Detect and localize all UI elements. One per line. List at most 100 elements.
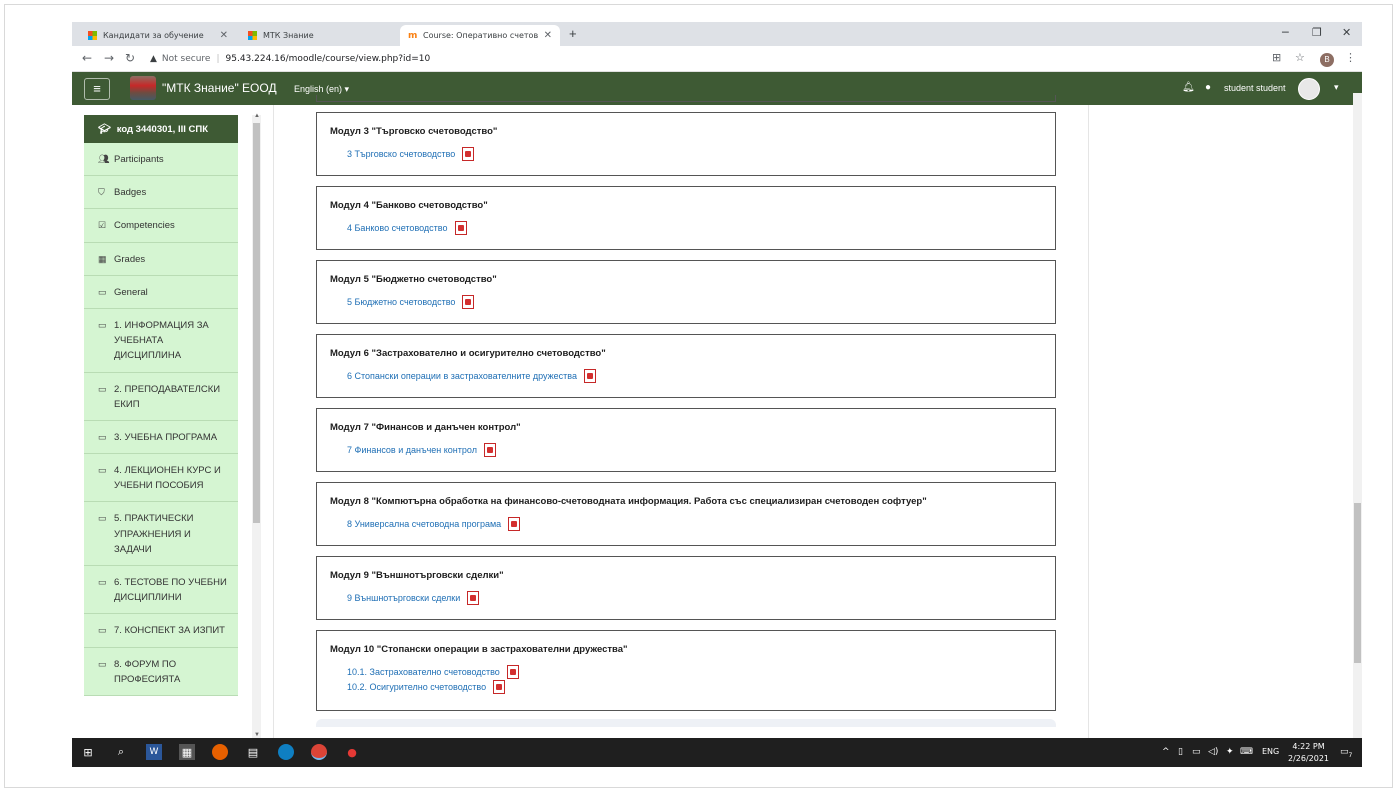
resource-link-label[interactable]: 5 Бюджетно счетоводство — [347, 297, 455, 307]
drawer-item[interactable]: ▭ 2. ПРЕПОДАВАТЕЛСКИ ЕКИП — [84, 372, 238, 421]
browser-tab-active[interactable]: m Course: Оперативно счетоводс ✕ — [400, 25, 560, 46]
resource-link[interactable]: 9 Външнотърговски сделки — [330, 591, 1042, 605]
pdf-icon[interactable] — [467, 591, 480, 605]
word-icon[interactable]: W — [146, 744, 162, 760]
close-icon[interactable]: ✕ — [220, 30, 228, 41]
moodle-icon: m — [408, 31, 418, 41]
drawer-item-label: Badges — [114, 187, 147, 199]
pdf-icon[interactable] — [508, 517, 521, 531]
profile-avatar[interactable]: B — [1320, 53, 1334, 67]
microsoft-icon — [248, 31, 257, 40]
pdf-icon[interactable] — [583, 369, 596, 383]
user-name[interactable]: student student — [1224, 83, 1286, 93]
users-icon: 👥︎ — [98, 154, 110, 164]
drawer-scrollbar[interactable]: ▲ ▼ — [252, 113, 261, 738]
new-tab-button[interactable]: + — [569, 26, 577, 41]
network-icon[interactable]: ▭ — [1192, 747, 1201, 757]
scrollbar-thumb[interactable] — [1354, 503, 1361, 663]
site-logo[interactable] — [130, 76, 156, 100]
drawer-item[interactable]: ▭ 4. ЛЕКЦИОНЕН КУРС И УЧЕБНИ ПОСОБИЯ — [84, 454, 238, 503]
resource-link[interactable]: 3 Търговско счетоводство — [330, 147, 1042, 161]
file-manager-icon[interactable]: ▤ — [245, 744, 261, 760]
scroll-up-icon[interactable]: ▲ — [254, 113, 260, 119]
star-icon[interactable]: ☆ — [1295, 51, 1305, 64]
resource-link-label[interactable]: 10.1. Застрахователно счетоводство — [347, 667, 500, 677]
resource-link[interactable]: 4 Банково счетоводство — [330, 221, 1042, 235]
browser-tab[interactable]: МТК Знание — [240, 25, 396, 46]
minimize-icon[interactable]: ─ — [1282, 26, 1289, 39]
drawer-item[interactable]: ▭ General — [84, 275, 238, 309]
drawer-item-label: 8. ФОРУМ ПО ПРОФЕСИЯТА — [114, 658, 181, 685]
pdf-icon[interactable] — [462, 295, 475, 309]
resource-link-label[interactable]: 3 Търговско счетоводство — [347, 149, 455, 159]
scrollbar-thumb[interactable] — [253, 123, 260, 523]
folder-icon: ▭ — [98, 625, 107, 636]
drop-icon[interactable]: ● — [344, 744, 360, 760]
address-bar[interactable]: ▲ Not secure | 95.43.224.16/moodle/cours… — [150, 50, 430, 68]
resource-link[interactable]: 6 Стопански операции в застрахователните… — [330, 369, 1042, 383]
close-icon[interactable]: ✕ — [544, 30, 552, 41]
pdf-icon[interactable] — [462, 147, 475, 161]
drawer-course-item[interactable]: 🎓︎ код 3440301, III СПК — [84, 115, 238, 143]
resource-link[interactable]: 10.1. Застрахователно счетоводство — [330, 665, 1042, 679]
kebab-menu-icon[interactable]: ⋮ — [1345, 51, 1356, 64]
drawer-item[interactable]: ☑ Competencies — [84, 209, 238, 243]
back-icon[interactable]: ← — [82, 51, 92, 65]
pdf-icon[interactable] — [506, 665, 519, 679]
search-icon[interactable]: ⌕ — [113, 744, 129, 760]
resource-link-label[interactable]: 7 Финансов и данъчен контрол — [347, 445, 477, 455]
device-icon[interactable]: ▯ — [1178, 747, 1183, 757]
forward-icon[interactable]: → — [104, 51, 114, 65]
drawer-item[interactable]: ▭ 7. КОНСПЕКТ ЗА ИЗПИТ — [84, 614, 238, 648]
resource-link-label[interactable]: 8 Универсална счетоводна програма — [347, 519, 501, 529]
drawer-item[interactable]: ▭ 1. ИНФОРМАЦИЯ ЗА УЧЕБНАТА ДИСЦИПЛИНА — [84, 308, 238, 373]
reload-icon[interactable]: ↻ — [125, 51, 135, 65]
resource-link[interactable]: 5 Бюджетно счетоводство — [330, 295, 1042, 309]
drawer-item[interactable]: ▭ 5. ПРАКТИЧЕСКИ УПРАЖНЕНИЯ И ЗАДАЧИ — [84, 502, 238, 566]
calculator-icon[interactable]: ▦ — [179, 744, 195, 760]
drawer-item[interactable]: ▭ 3. УЧЕБНА ПРОГРАМА — [84, 420, 238, 455]
drawer-item-label: Grades — [114, 253, 146, 265]
edge-icon[interactable] — [278, 744, 294, 760]
drawer-item-label: Competencies — [114, 220, 175, 232]
chevron-up-icon[interactable]: ^ — [1162, 747, 1170, 757]
browser-tab[interactable]: Кандидати за обучение ✕ — [80, 25, 236, 46]
chrome-icon[interactable] — [311, 744, 327, 760]
pdf-icon[interactable] — [483, 443, 496, 457]
notification-icon[interactable]: ▭7 — [1340, 747, 1352, 759]
system-clock[interactable]: 4:22 PM 2/26/2021 — [1288, 741, 1329, 765]
volume-icon[interactable]: ◁) — [1208, 747, 1218, 757]
language-menu[interactable]: English (en) ▾ — [294, 84, 349, 95]
pdf-icon[interactable] — [454, 221, 467, 235]
restore-icon[interactable]: ❐ — [1312, 26, 1322, 39]
security-tray-icon[interactable]: ✦ — [1226, 747, 1234, 757]
input-language[interactable]: ENG — [1262, 747, 1279, 756]
window-close-icon[interactable]: ✕ — [1342, 26, 1351, 39]
drawer-item[interactable]: ⛉ Badges — [84, 176, 238, 210]
hamburger-menu-button[interactable]: ≡ — [84, 78, 110, 100]
firefox-icon[interactable] — [212, 744, 228, 760]
resource-link[interactable]: 10.2. Осигурително счетоводство — [330, 680, 1042, 694]
pdf-icon[interactable] — [493, 680, 506, 694]
resource-link[interactable]: 8 Универсална счетоводна програма — [330, 517, 1042, 531]
page-scrollbar[interactable] — [1353, 93, 1362, 738]
resource-link-label[interactable]: 6 Стопански операции в застрахователните… — [347, 371, 577, 381]
drawer-item[interactable]: ▭ 6. ТЕСТОВЕ ПО УЧЕБНИ ДИСЦИПЛИНИ — [84, 566, 238, 615]
resource-link[interactable]: 7 Финансов и данъчен контрол — [330, 443, 1042, 457]
chevron-down-icon[interactable]: ▾ — [1334, 82, 1339, 93]
chat-icon[interactable]: ● — [1205, 82, 1211, 93]
qr-code-icon[interactable]: ⊞ — [1272, 51, 1281, 64]
drawer-item[interactable]: ▭ 8. ФОРУМ ПО ПРОФЕСИЯТА — [84, 647, 238, 696]
user-avatar[interactable] — [1298, 78, 1320, 100]
keyboard-icon[interactable]: ⌨ — [1240, 747, 1253, 757]
windows-start-icon[interactable]: ⊞ — [80, 744, 96, 760]
resource-link-label[interactable]: 10.2. Осигурително счетоводство — [347, 682, 486, 692]
tab-title: Course: Оперативно счетоводс — [423, 31, 538, 40]
resource-link-label[interactable]: 9 Външнотърговски сделки — [347, 593, 460, 603]
site-brand[interactable]: "МТК Знание" ЕООД — [162, 81, 277, 95]
resource-link-label[interactable]: 4 Банково счетоводство — [347, 223, 448, 233]
drawer-item[interactable]: 👥︎ Participants — [84, 143, 238, 177]
course-section: Модул 6 "Застрахователно и осигурително … — [316, 334, 1056, 398]
drawer-item[interactable]: ▦ Grades — [84, 242, 238, 276]
bell-icon[interactable]: 🔔︎ — [1182, 82, 1195, 93]
